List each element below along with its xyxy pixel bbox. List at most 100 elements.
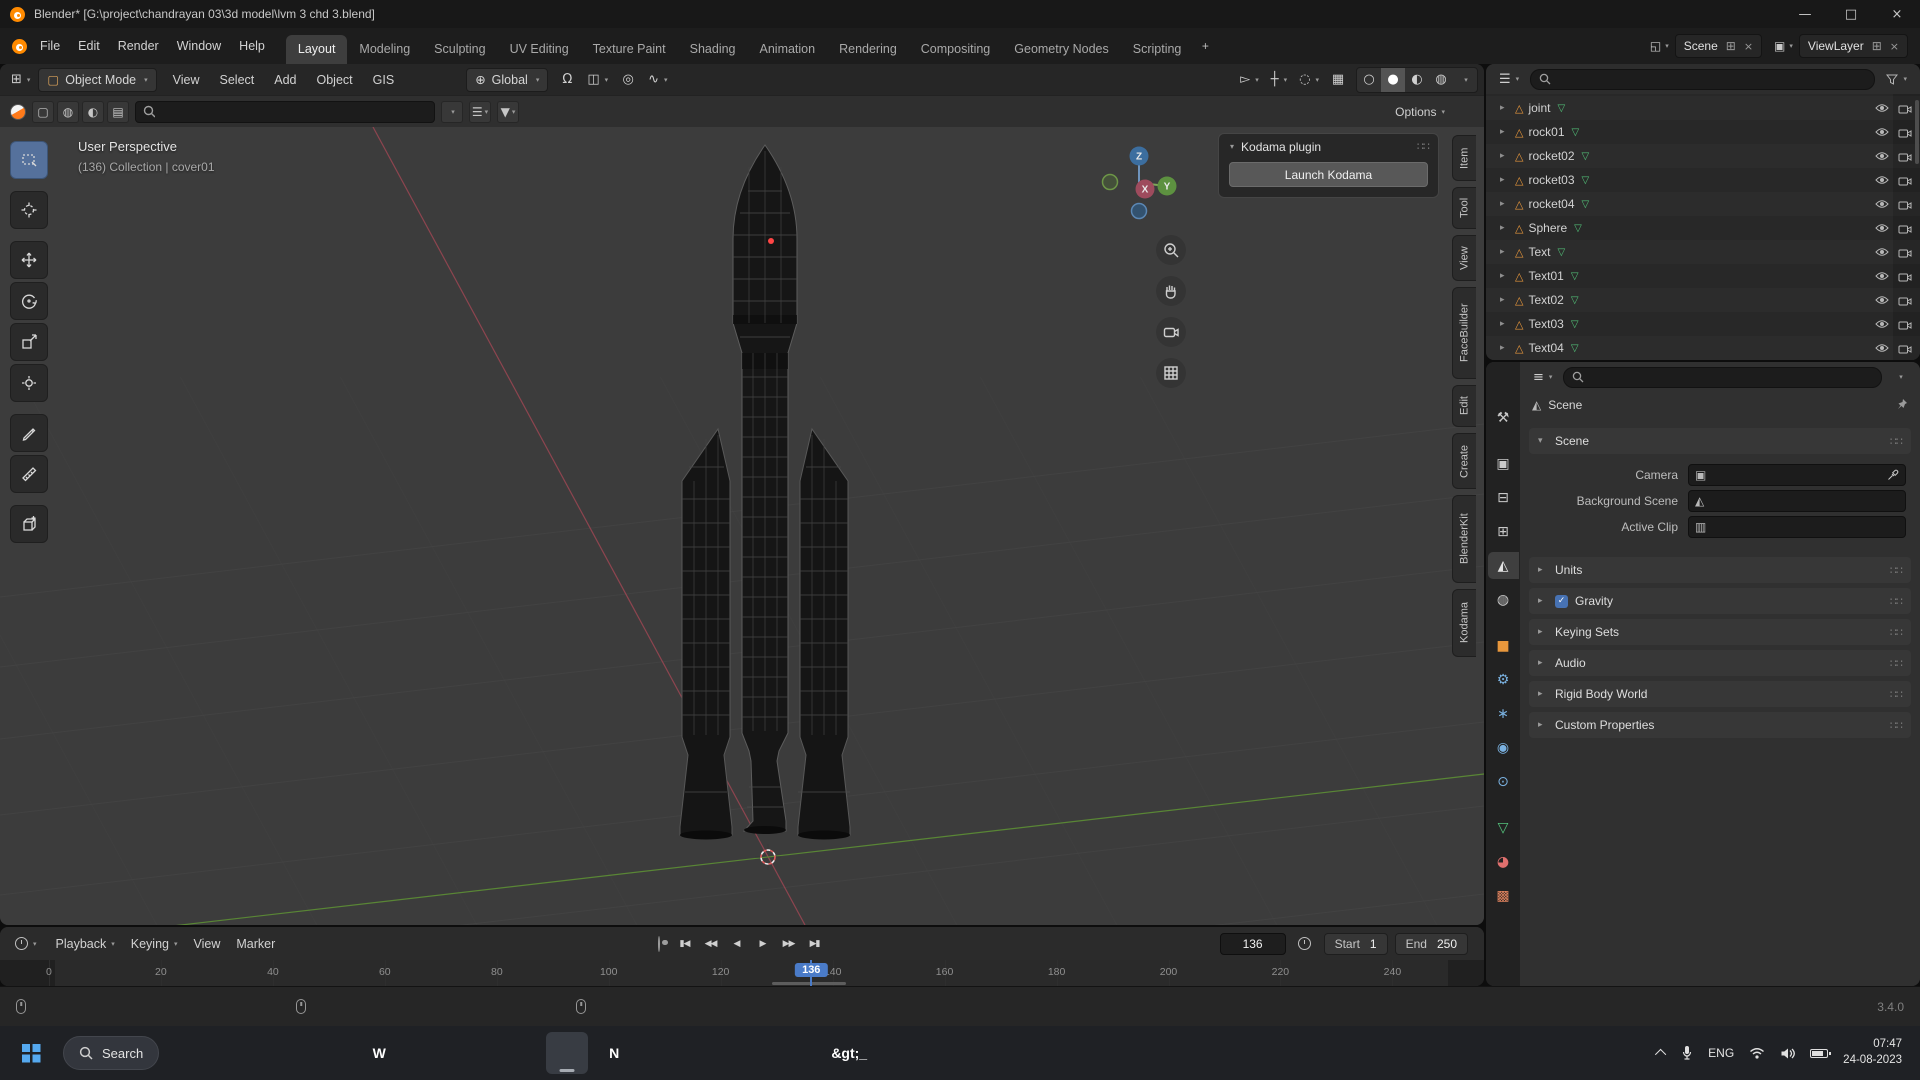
browse-viewlayer-button[interactable]: ▣ ▾ (1770, 34, 1797, 58)
timeline-menu[interactable]: Playback (48, 933, 123, 955)
workspace-tab[interactable]: Sculpting (422, 35, 497, 64)
transform-orientation-dropdown[interactable]: ⊕ Global ▾ (466, 67, 549, 92)
viewport-menu[interactable]: Add (265, 69, 305, 91)
timeline-menu[interactable]: Keying (123, 933, 186, 955)
add-workspace-button[interactable]: + (1193, 32, 1217, 61)
props-tab-data[interactable]: ▽ (1488, 814, 1519, 841)
workspace-tab[interactable]: Layout (285, 35, 348, 64)
object-name[interactable]: Text02 (1528, 293, 1563, 307)
ortho-toggle-button[interactable] (1156, 358, 1186, 388)
new-scene-icon[interactable]: ⊞ (1726, 39, 1736, 53)
select-box-tool[interactable] (10, 141, 48, 179)
disable-in-render-camera-icon[interactable] (1896, 127, 1914, 138)
transport-jump-end[interactable]: ▶▮ (803, 933, 826, 955)
current-frame-field[interactable]: 136 (1219, 932, 1286, 955)
taskbar-app-dark-app[interactable] (452, 1032, 494, 1074)
hide-in-viewport-eye-icon[interactable] (1873, 151, 1891, 161)
mode-dropdown[interactable]: ▢ Object Mode ▾ (38, 67, 157, 92)
add-cube-tool[interactable] (10, 505, 48, 543)
object-name[interactable]: rocket03 (1528, 173, 1574, 187)
timeline-editor-type-button[interactable]: ▾ (10, 932, 42, 956)
filter-dropdown[interactable]: ▼ ▾ (497, 100, 519, 123)
unlink-scene-icon[interactable]: × (1744, 40, 1753, 53)
object-name[interactable]: Sphere (1528, 221, 1567, 235)
annotate-tool[interactable] (10, 414, 48, 452)
hide-in-viewport-eye-icon[interactable] (1873, 223, 1891, 233)
shading-wireframe-button[interactable]: ○ (1357, 68, 1381, 92)
outliner-row[interactable]: ▸ △ Text01 ▽ (1486, 264, 1920, 288)
workspace-tab[interactable]: Animation (748, 35, 828, 64)
outliner-row[interactable]: ▸ △ rocket04 ▽ (1486, 192, 1920, 216)
topbar-menu[interactable]: Edit (69, 35, 109, 57)
options-dropdown[interactable]: Options ▾ (1390, 100, 1450, 124)
props-tab-render[interactable]: ▣ (1488, 450, 1519, 477)
drag-grip-icon[interactable]: ∷∷ (1417, 140, 1430, 153)
side-tab-tool[interactable]: Tool (1452, 187, 1476, 229)
hide-in-viewport-eye-icon[interactable] (1873, 175, 1891, 185)
transport-jump-start[interactable]: ▮◀ (673, 933, 696, 955)
hide-in-viewport-eye-icon[interactable] (1873, 295, 1891, 305)
taskbar-app-onenote[interactable]: N (593, 1032, 635, 1074)
taskbar-app-chrome[interactable] (687, 1032, 729, 1074)
workspace-tab[interactable]: Rendering (827, 35, 909, 64)
expand-arrow-icon[interactable]: ▸ (1500, 127, 1510, 137)
topbar-menu[interactable]: Window (168, 35, 230, 57)
disable-in-render-camera-icon[interactable] (1896, 199, 1914, 210)
timeline-menu[interactable]: View (186, 933, 229, 955)
scene-section-header[interactable]: ▾ Scene ∷∷ (1529, 428, 1911, 454)
outliner-search-input[interactable] (1555, 71, 1867, 87)
proportional-edit-toggle[interactable]: ◎ (616, 68, 640, 92)
properties-section[interactable]: ▸ ✓ Keying Sets ∷∷ (1529, 619, 1911, 645)
side-tab-edit[interactable]: Edit (1452, 385, 1476, 427)
props-tab-particles[interactable]: ∗ (1488, 700, 1519, 727)
auto-keying-toggle[interactable] (658, 935, 670, 952)
disable-in-render-camera-icon[interactable] (1896, 271, 1914, 282)
app-menu-button[interactable] (8, 34, 31, 58)
side-tab-kodama[interactable]: Kodama (1452, 589, 1476, 657)
object-name[interactable]: Text01 (1528, 269, 1563, 283)
object-name[interactable]: joint (1528, 101, 1550, 115)
hide-in-viewport-eye-icon[interactable] (1873, 319, 1891, 329)
transport-prev-keyframe[interactable]: ◀◀ (699, 933, 722, 955)
expand-arrow-icon[interactable]: ▸ (1500, 271, 1510, 281)
disable-in-render-camera-icon[interactable] (1896, 247, 1914, 258)
transform-tool[interactable] (10, 364, 48, 402)
pan-hand-button[interactable] (1156, 276, 1186, 306)
expand-arrow-icon[interactable]: ▸ (1500, 175, 1510, 185)
taskbar-app-firefox[interactable] (734, 1032, 776, 1074)
language-indicator[interactable]: ENG (1708, 1046, 1734, 1060)
expand-arrow-icon[interactable]: ▸ (1500, 199, 1510, 209)
timeline-playhead[interactable]: 136 (795, 960, 828, 986)
hide-in-viewport-eye-icon[interactable] (1873, 103, 1891, 113)
props-tab-texture[interactable]: ▩ (1488, 882, 1519, 909)
properties-editor-type-button[interactable]: ≡ ▾ (1528, 365, 1557, 389)
asset-type-toggle[interactable]: ◍ (57, 100, 79, 123)
xray-toggle[interactable]: ▦ (1326, 68, 1350, 92)
disable-in-render-camera-icon[interactable] (1896, 223, 1914, 234)
object-name[interactable]: Text (1528, 245, 1550, 259)
viewport-menu[interactable]: Select (211, 69, 264, 91)
outliner-row[interactable]: ▸ △ rock01 ▽ (1486, 120, 1920, 144)
taskbar-app-notes[interactable] (499, 1032, 541, 1074)
side-tab-blenderkit[interactable]: BlenderKit (1452, 495, 1476, 583)
outliner-row[interactable]: ▸ △ Text04 ▽ (1486, 336, 1920, 360)
properties-search-input[interactable] (1588, 369, 1873, 385)
eyedropper-icon[interactable] (1887, 469, 1899, 481)
hidden-icons-chevron-icon[interactable] (1655, 1048, 1667, 1061)
hide-in-viewport-eye-icon[interactable] (1873, 247, 1891, 257)
outliner-editor-type-button[interactable]: ☰ ▾ (1494, 67, 1524, 91)
list-view-dropdown[interactable]: ☰ ▾ (469, 100, 491, 123)
outliner-filter-button[interactable]: ▾ (1881, 67, 1912, 91)
taskbar-app-photoshop[interactable] (405, 1032, 447, 1074)
props-tab-object[interactable]: ■ (1488, 632, 1519, 659)
properties-section[interactable]: ▸ ✓ Gravity ∷∷ (1529, 588, 1911, 614)
outliner-scrollbar[interactable] (1915, 100, 1919, 164)
properties-section[interactable]: ▸ ✓ Audio ∷∷ (1529, 650, 1911, 676)
search-history-dropdown[interactable]: ▾ (441, 100, 463, 123)
object-name[interactable]: Text03 (1528, 317, 1563, 331)
disable-in-render-camera-icon[interactable] (1896, 103, 1914, 114)
transport-next-keyframe[interactable]: ▶▶ (777, 933, 800, 955)
preview-range-toggle[interactable] (1293, 932, 1317, 956)
shading-material-button[interactable]: ◐ (1405, 68, 1429, 92)
disable-in-render-camera-icon[interactable] (1896, 151, 1914, 162)
